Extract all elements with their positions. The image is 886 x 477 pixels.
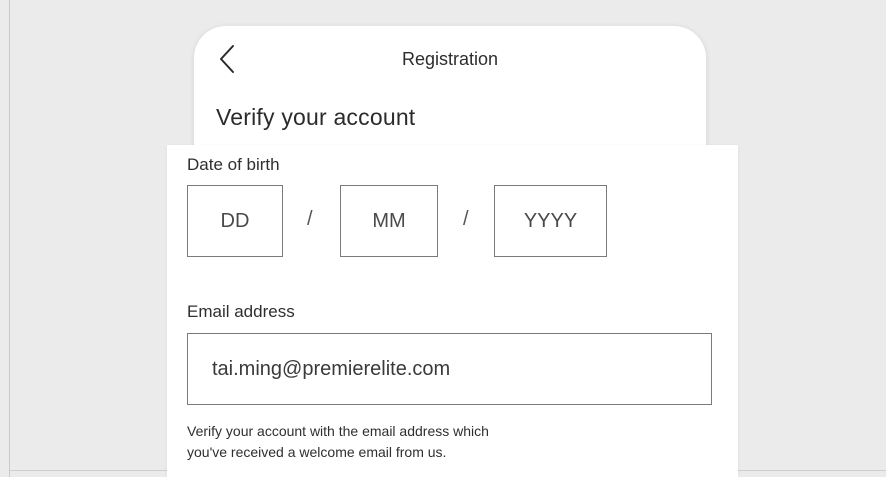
month-input[interactable] — [340, 185, 438, 257]
verify-heading: Verify your account — [216, 104, 416, 130]
day-input[interactable] — [187, 185, 283, 257]
left-edge-divider — [9, 0, 10, 477]
back-button[interactable] — [214, 44, 240, 74]
helper-text-line: Verify your account with the email addre… — [187, 423, 489, 439]
year-input[interactable] — [494, 185, 607, 257]
email-helper-text: Verify your account with the email addre… — [187, 421, 707, 463]
email-field[interactable] — [187, 333, 712, 405]
page-title: Registration — [401, 49, 499, 69]
helper-text-line: you've received a welcome email from us. — [187, 444, 447, 460]
date-separator: / — [463, 208, 469, 230]
chevron-left-icon — [220, 45, 234, 73]
date-of-birth-label: Date of birth — [187, 155, 280, 174]
email-address-label: Email address — [187, 302, 295, 321]
date-separator: / — [307, 208, 313, 230]
